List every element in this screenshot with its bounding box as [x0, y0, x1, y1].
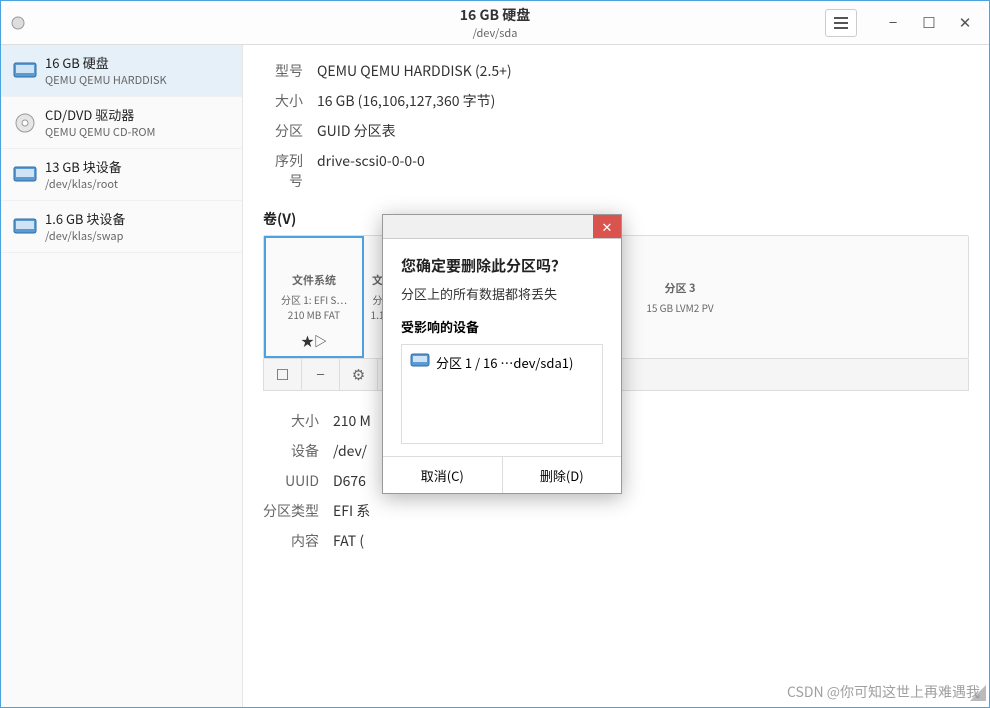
dialog-affected-list: 分区 1 / 16 …dev/sda1) — [401, 344, 603, 444]
harddisk-icon — [410, 353, 430, 368]
dialog-backdrop: ✕ 您确定要删除此分区吗？ 分区上的所有数据都将丢失 受影响的设备 分区 1 /… — [0, 0, 990, 708]
dialog-cancel-button[interactable]: 取消(C) — [383, 457, 503, 493]
dialog-titlebar: ✕ — [383, 215, 621, 239]
dialog-close-button[interactable]: ✕ — [593, 215, 621, 238]
dialog-message: 分区上的所有数据都将丢失 — [401, 284, 603, 303]
watermark-text: CSDN @你可知这世上再难遇我 — [787, 682, 980, 702]
affected-item-text: 分区 1 / 16 …dev/sda1) — [436, 353, 573, 372]
dialog-affected-label: 受影响的设备 — [401, 317, 603, 336]
dialog-title: 您确定要删除此分区吗？ — [401, 255, 603, 276]
confirm-delete-dialog: ✕ 您确定要删除此分区吗？ 分区上的所有数据都将丢失 受影响的设备 分区 1 /… — [382, 214, 622, 494]
dialog-delete-button[interactable]: 删除(D) — [503, 457, 622, 493]
